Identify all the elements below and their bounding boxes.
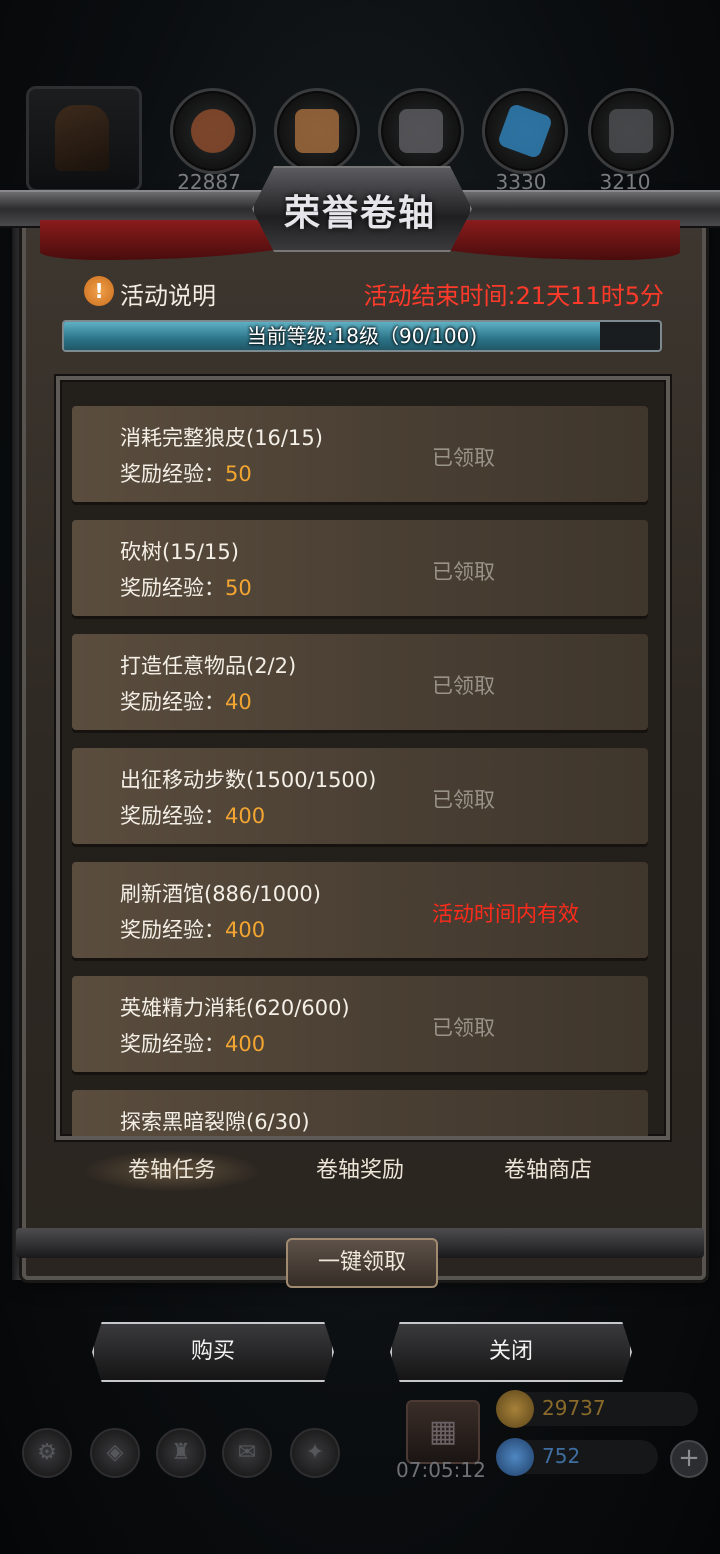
task-reward: 奖励经验：400 [120,800,265,830]
reward-value: 40 [225,690,252,714]
tab-scroll-tasks[interactable]: 卷轴任务 [82,1150,262,1192]
gem-amount: 752 [542,1444,581,1468]
task-item: 探索黑暗裂隙(6/30) [72,1090,648,1136]
gold-icon [496,1390,534,1428]
crystal-resource-icon [482,88,568,174]
gold-counter: 29737 [496,1390,698,1428]
task-item: 打造任意物品(2/2) 奖励经验：40 已领取 [72,634,648,730]
task-name: 英雄精力消耗(620/600) [120,996,350,1020]
reward-label: 奖励经验： [120,804,225,828]
task-name: 砍树(15/15) [120,540,239,564]
task-status-claimed: 已领取 [432,1016,495,1040]
task-name: 打造任意物品(2/2) [120,654,297,678]
stone-resource-icon [588,88,674,174]
info-icon[interactable]: ! [84,276,114,306]
gift-box-icon[interactable]: ▦ [406,1400,480,1464]
task-status-claimed: 已领取 [432,788,495,812]
reward-label: 奖励经验： [120,1032,225,1056]
task-reward: 奖励经验：40 [120,686,252,716]
reward-value: 400 [225,804,266,828]
tab-scroll-shop[interactable]: 卷轴商店 [458,1150,638,1192]
task-item: 砍树(15/15) 奖励经验：50 已领取 [72,520,648,616]
level-progress-bar: 当前等级:18级（90/100) [62,320,662,352]
gem-counter: 752 [496,1438,658,1476]
tool-icon [55,105,109,171]
task-item: 消耗完整狼皮(16/15) 奖励经验：50 已领取 [72,406,648,502]
task-reward: 奖励经验：50 [120,572,252,602]
task-name: 消耗完整狼皮(16/15) [120,426,323,450]
task-reward: 奖励经验：50 [120,458,252,488]
horn-icon[interactable]: ♜ [156,1428,206,1478]
task-name: 刷新酒馆(886/1000) [120,882,321,906]
level-progress-text: 当前等级:18级（90/100) [246,324,478,348]
activity-description-link[interactable]: 活动说明 [120,276,216,311]
shield-icon[interactable]: ◈ [90,1428,140,1478]
gift-timer: 07:05:12 [396,1458,486,1482]
task-item: 出征移动步数(1500/1500) 奖励经验：400 已领取 [72,748,648,844]
tab-scroll-rewards[interactable]: 卷轴奖励 [270,1150,450,1192]
task-status-active: 活动时间内有效 [432,902,579,926]
buy-button[interactable]: 购买 [92,1322,334,1382]
settings-icon[interactable]: ⚙ [22,1428,72,1478]
task-name: 出征移动步数(1500/1500) [120,768,377,792]
wood-resource-icon [274,88,360,174]
task-status-claimed: 已领取 [432,560,495,584]
task-reward: 奖励经验：400 [120,914,265,944]
reward-value: 50 [225,462,252,486]
task-item: 英雄精力消耗(620/600) 奖励经验：400 已领取 [72,976,648,1072]
reward-label: 奖励经验： [120,690,225,714]
task-item: 刷新酒馆(886/1000) 奖励经验：400 活动时间内有效 [72,862,648,958]
iron-resource-icon [378,88,464,174]
panel-title: 荣誉卷轴 [283,192,436,234]
activity-end-time: 活动结束时间:21天11时5分 [363,282,664,310]
task-status-claimed: 已领取 [432,446,495,470]
pelt-resource-icon [170,88,256,174]
gold-amount: 29737 [542,1396,606,1420]
reward-value: 400 [225,1032,266,1056]
task-list[interactable]: 消耗完整狼皮(16/15) 奖励经验：50 已领取 砍树(15/15) 奖励经验… [56,376,670,1140]
reward-label: 奖励经验： [120,576,225,600]
task-status-claimed: 已领取 [432,674,495,698]
handshake-icon[interactable]: ✦ [290,1428,340,1478]
reward-label: 奖励经验： [120,918,225,942]
reward-label: 奖励经验： [120,462,225,486]
add-gems-button[interactable]: + [670,1440,708,1478]
mail-icon[interactable]: ✉ [222,1428,272,1478]
close-button[interactable]: 关闭 [390,1322,632,1382]
reward-value: 400 [225,918,266,942]
gem-icon [496,1438,534,1476]
reward-value: 50 [225,576,252,600]
task-reward: 奖励经验：400 [120,1028,265,1058]
equipment-slot[interactable] [26,86,142,192]
task-name: 探索黑暗裂隙(6/30) [120,1110,310,1134]
claim-all-button[interactable]: 一键领取 [286,1238,438,1288]
